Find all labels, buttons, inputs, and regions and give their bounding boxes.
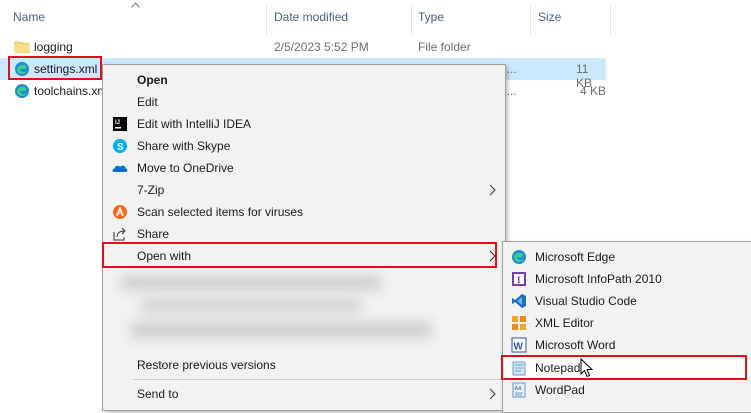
column-divider[interactable] <box>266 6 267 34</box>
column-header-date-label: Date modified <box>274 10 349 24</box>
submenu-item-visual-studio-code[interactable]: Visual Studio Code <box>504 290 750 312</box>
column-header-type[interactable]: Type <box>418 0 444 34</box>
file-size: 4 KB <box>580 84 607 98</box>
submenu-item-label: Microsoft Word <box>535 338 616 352</box>
menu-item-label: 7-Zip <box>137 183 165 197</box>
edge-icon <box>512 250 526 264</box>
xml-editor-icon <box>512 316 526 330</box>
highlight-box-open-with <box>102 242 497 268</box>
context-menu: Open Edit IJ Edit with IntelliJ IDEA S S… <box>102 64 506 411</box>
menu-item-label: Share <box>137 227 170 241</box>
menu-item-label: Edit <box>137 95 158 109</box>
highlight-box-settings-xml <box>8 56 102 80</box>
column-header-name[interactable]: Name <box>13 0 45 34</box>
file-name: toolchains.xml <box>34 84 111 98</box>
skype-icon: S <box>113 139 127 153</box>
submenu-item-xml-editor[interactable]: XML Editor <box>504 312 750 334</box>
column-header-name-label: Name <box>13 10 46 24</box>
menu-item-label: Restore previous versions <box>137 358 276 372</box>
chevron-right-icon <box>489 388 496 400</box>
share-icon <box>113 227 126 241</box>
word-icon: W <box>511 337 527 353</box>
submenu-item-microsoft-infopath[interactable]: I Microsoft InfoPath 2010 <box>504 268 750 290</box>
folder-icon <box>14 41 30 53</box>
menu-item-edit-with-intellij[interactable]: IJ Edit with IntelliJ IDEA <box>104 113 504 135</box>
submenu-item-label: Microsoft Edge <box>535 250 616 264</box>
menu-item-label: Scan selected items for viruses <box>137 205 304 219</box>
svg-text:I: I <box>517 275 521 285</box>
menu-item-share-with-skype[interactable]: S Share with Skype <box>104 135 504 157</box>
chevron-right-icon <box>489 184 496 196</box>
menu-item-label: Share with Skype <box>137 139 231 153</box>
file-name: logging <box>34 40 73 54</box>
svg-text:S: S <box>117 142 124 153</box>
menu-item-label: Move to OneDrive <box>137 161 234 175</box>
edge-xml-icon <box>15 84 29 98</box>
vscode-icon <box>512 294 526 308</box>
svg-text:IJ: IJ <box>115 120 120 126</box>
svg-text:W: W <box>514 342 524 353</box>
menu-item-open[interactable]: Open <box>104 69 504 91</box>
column-header-size-label: Size <box>538 10 562 24</box>
file-date: 2/5/2023 5:52 PM <box>274 40 369 54</box>
submenu-item-label: Microsoft InfoPath 2010 <box>535 272 662 286</box>
svg-text:AA: AA <box>515 386 523 392</box>
column-header-size[interactable]: Size <box>538 0 561 34</box>
column-header-type-label: Type <box>418 10 445 24</box>
submenu-item-label: XML Editor <box>535 316 594 330</box>
menu-item-label: Send to <box>137 387 179 401</box>
submenu-item-microsoft-edge[interactable]: Microsoft Edge <box>504 246 750 268</box>
mouse-cursor-icon <box>580 358 594 378</box>
submenu-item-label: WordPad <box>535 383 585 397</box>
open-with-submenu: Microsoft Edge I Microsoft InfoPath 2010… <box>502 241 751 413</box>
intellij-icon: IJ <box>113 117 127 131</box>
column-divider[interactable] <box>530 6 531 34</box>
menu-item-move-to-onedrive[interactable]: Move to OneDrive <box>104 157 504 179</box>
submenu-item-wordpad[interactable]: AA WordPad <box>504 379 750 401</box>
file-type: File folder <box>418 40 471 54</box>
column-divider[interactable] <box>411 6 412 34</box>
menu-item-label: Edit with IntelliJ IDEA <box>137 117 252 131</box>
wordpad-icon: AA <box>512 382 526 398</box>
sort-ascending-icon <box>131 2 140 8</box>
onedrive-icon <box>112 165 128 172</box>
submenu-item-microsoft-word[interactable]: W Microsoft Word <box>504 334 750 356</box>
menu-item-edit[interactable]: Edit <box>104 91 504 113</box>
column-divider[interactable] <box>610 6 611 34</box>
menu-item-send-to[interactable]: Send to <box>104 383 504 405</box>
redacted-menu-area <box>111 273 491 353</box>
menu-item-scan-viruses[interactable]: Scan selected items for viruses <box>104 201 504 223</box>
infopath-icon: I <box>512 272 526 286</box>
submenu-item-label: Visual Studio Code <box>535 294 637 308</box>
file-row-logging[interactable]: logging 2/5/2023 5:52 PM File folder <box>0 36 606 58</box>
highlight-box-notepad <box>501 355 747 380</box>
menu-separator <box>133 379 503 380</box>
avast-icon <box>113 205 127 219</box>
menu-item-7-zip[interactable]: 7-Zip <box>104 179 504 201</box>
column-header-date-modified[interactable]: Date modified <box>274 0 348 34</box>
menu-item-label: Open <box>137 73 168 87</box>
menu-item-restore-previous-versions[interactable]: Restore previous versions <box>104 354 504 376</box>
